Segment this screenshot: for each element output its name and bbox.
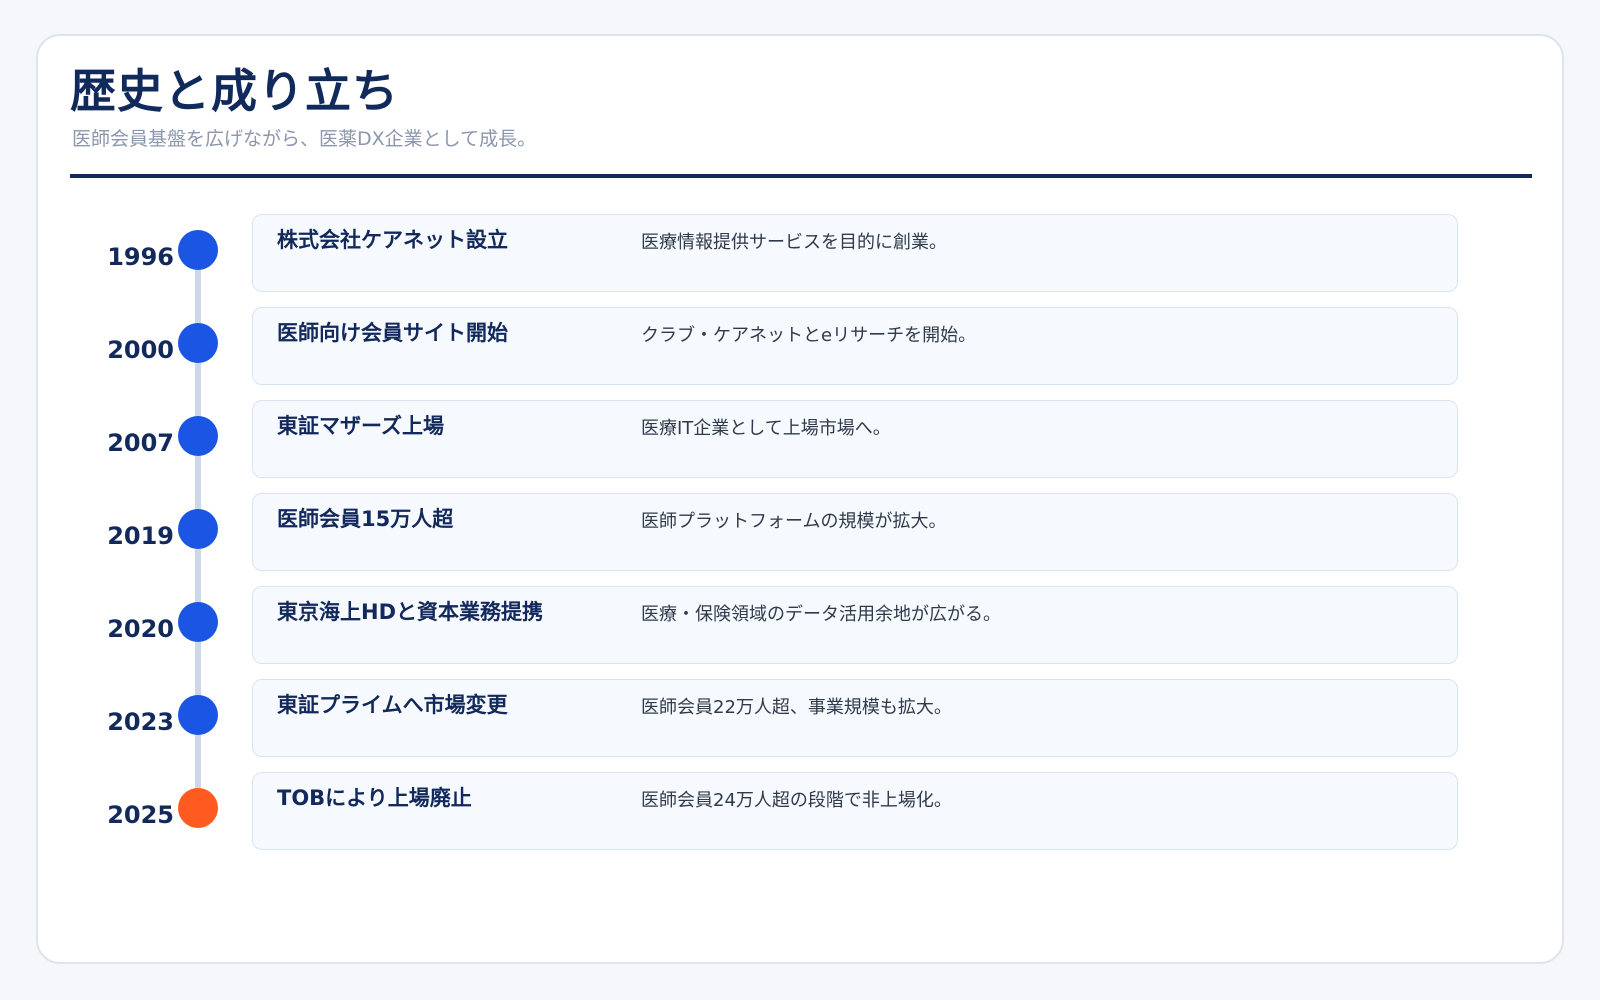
- page-title: 歴史と成り立ち: [70, 64, 399, 118]
- timeline-year: 2007: [107, 429, 174, 457]
- timeline-event-card: 医師向け会員サイト開始 クラブ・ケアネットとeリサーチを開始。: [252, 307, 1458, 385]
- timeline-event-card: 東京海上HDと資本業務提携 医療・保険領域のデータ活用余地が広がる。: [252, 586, 1458, 664]
- timeline-row-2025: 2025 TOBにより上場廃止 医師会員24万人超の段階で非上場化。: [38, 772, 1566, 852]
- history-card: 歴史と成り立ち 医師会員基盤を広げながら、医薬DX企業として成長。 1996 株…: [36, 34, 1564, 964]
- title-divider: [70, 174, 1532, 178]
- timeline-event-card: 株式会社ケアネット設立 医療情報提供サービスを目的に創業。: [252, 214, 1458, 292]
- event-description: 医師会員24万人超の段階で非上場化。: [641, 790, 952, 811]
- timeline-year: 2023: [107, 708, 174, 736]
- event-description: 医療情報提供サービスを目的に創業。: [641, 232, 947, 253]
- timeline-event-card: 医師会員15万人超 医師プラットフォームの規模が拡大。: [252, 493, 1458, 571]
- event-description: 医師会員22万人超、事業規模も拡大。: [641, 697, 952, 718]
- event-title: 株式会社ケアネット設立: [277, 228, 508, 252]
- timeline-row-2000: 2000 医師向け会員サイト開始 クラブ・ケアネットとeリサーチを開始。: [38, 307, 1566, 387]
- timeline-row-2019: 2019 医師会員15万人超 医師プラットフォームの規模が拡大。: [38, 493, 1566, 573]
- milestone-dot: [178, 695, 218, 735]
- page-subtitle: 医師会員基盤を広げながら、医薬DX企業として成長。: [72, 128, 537, 150]
- event-title: TOBにより上場廃止: [277, 786, 472, 810]
- timeline-row-1996: 1996 株式会社ケアネット設立 医療情報提供サービスを目的に創業。: [38, 214, 1566, 294]
- timeline-event-card: 東証マザーズ上場 医療IT企業として上場市場へ。: [252, 400, 1458, 478]
- milestone-dot: [178, 230, 218, 270]
- event-title: 東証プライムへ市場変更: [277, 693, 508, 717]
- event-description: 医師プラットフォームの規模が拡大。: [641, 511, 947, 532]
- milestone-dot: [178, 323, 218, 363]
- event-title: 医師向け会員サイト開始: [277, 321, 508, 345]
- timeline-year: 1996: [107, 243, 174, 271]
- event-description: 医療・保険領域のデータ活用余地が広がる。: [641, 604, 1001, 625]
- event-title: 東京海上HDと資本業務提携: [277, 600, 544, 624]
- timeline-row-2020: 2020 東京海上HDと資本業務提携 医療・保険領域のデータ活用余地が広がる。: [38, 586, 1566, 666]
- event-description: クラブ・ケアネットとeリサーチを開始。: [641, 325, 977, 346]
- timeline-year: 2000: [107, 336, 174, 364]
- event-description: 医療IT企業として上場市場へ。: [641, 418, 891, 439]
- timeline-row-2023: 2023 東証プライムへ市場変更 医師会員22万人超、事業規模も拡大。: [38, 679, 1566, 759]
- timeline-year: 2020: [107, 615, 174, 643]
- event-title: 東証マザーズ上場: [277, 414, 444, 438]
- milestone-dot-latest: [178, 788, 218, 828]
- timeline-event-card: 東証プライムへ市場変更 医師会員22万人超、事業規模も拡大。: [252, 679, 1458, 757]
- milestone-dot: [178, 602, 218, 642]
- timeline-year: 2025: [107, 801, 174, 829]
- timeline-row-2007: 2007 東証マザーズ上場 医療IT企業として上場市場へ。: [38, 400, 1566, 480]
- timeline-event-card: TOBにより上場廃止 医師会員24万人超の段階で非上場化。: [252, 772, 1458, 850]
- milestone-dot: [178, 509, 218, 549]
- timeline-year: 2019: [107, 522, 174, 550]
- event-title: 医師会員15万人超: [277, 507, 454, 531]
- milestone-dot: [178, 416, 218, 456]
